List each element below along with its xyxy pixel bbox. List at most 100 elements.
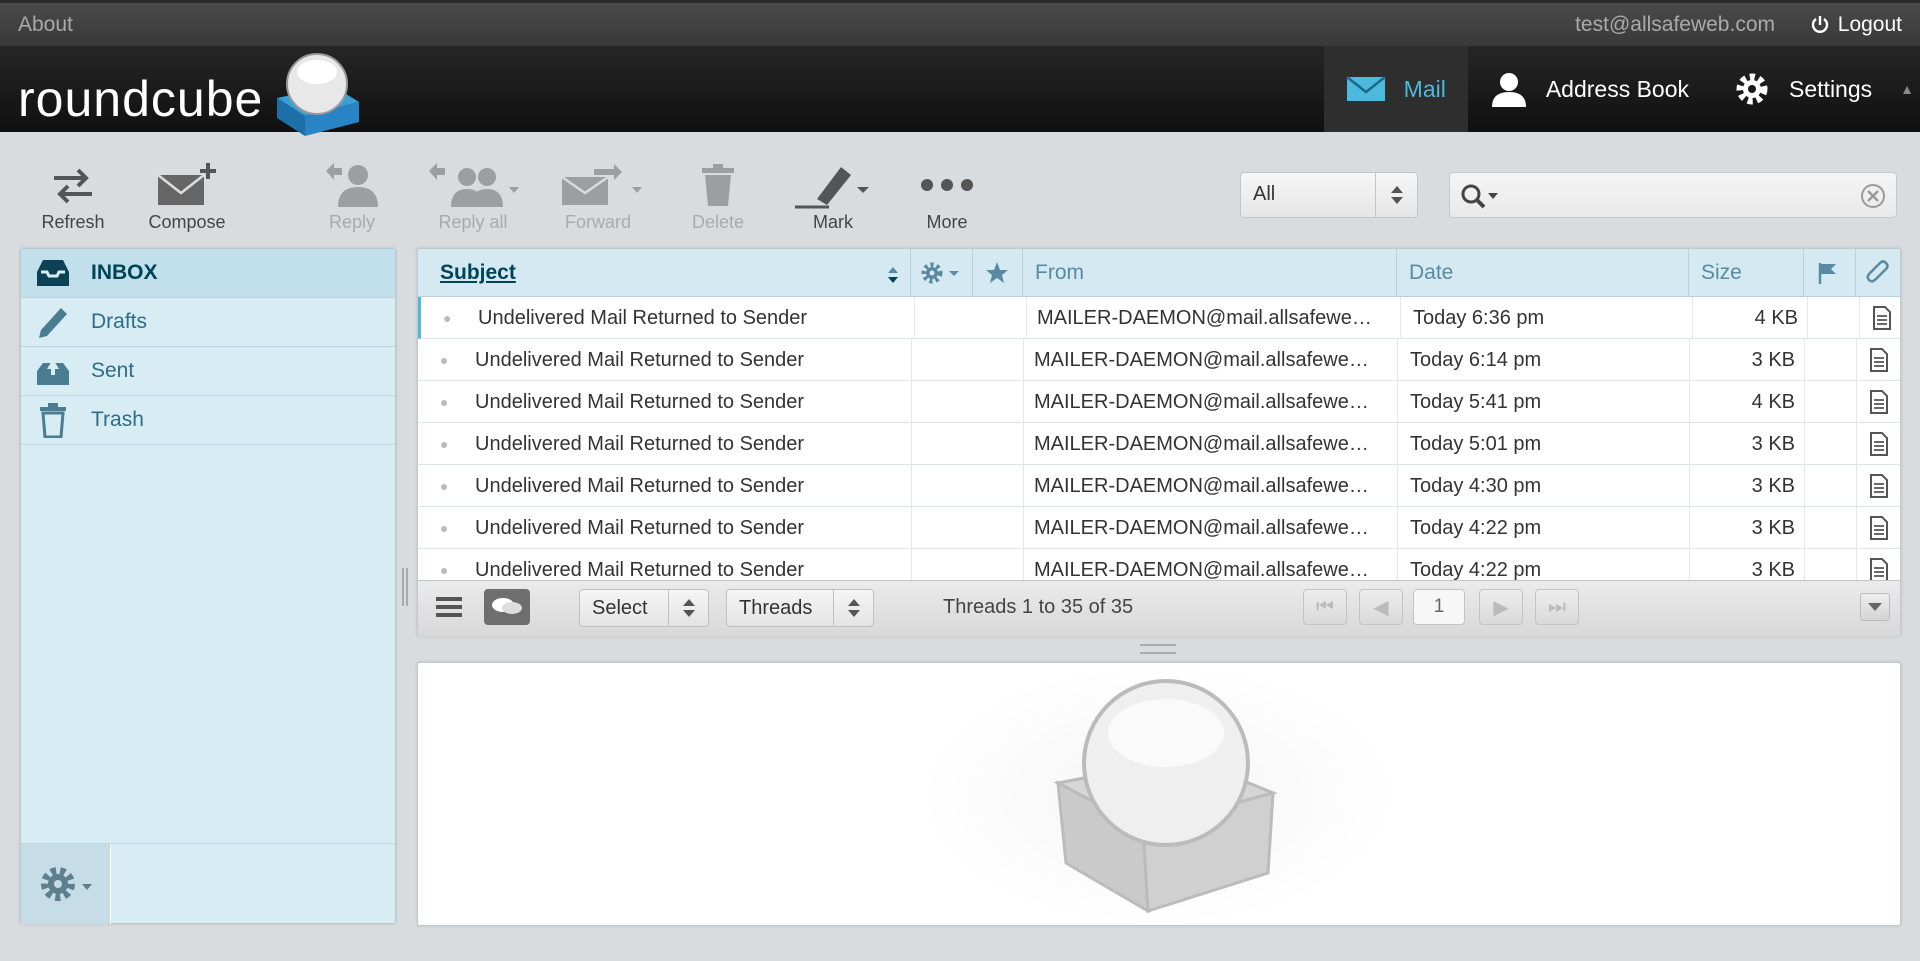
clear-search-icon[interactable] bbox=[1860, 183, 1886, 214]
message-list-header: Subject From Date Size bbox=[418, 249, 1900, 297]
folder-drafts[interactable]: Drafts bbox=[21, 298, 395, 347]
folder-actions-button[interactable] bbox=[21, 844, 111, 924]
column-separator bbox=[1400, 297, 1401, 339]
reply-all-button[interactable]: Reply all bbox=[418, 158, 528, 233]
gear-icon bbox=[1736, 73, 1768, 105]
column-subject-label: Subject bbox=[440, 261, 516, 284]
folder-sent[interactable]: Sent bbox=[21, 347, 395, 396]
mark-button[interactable]: Mark bbox=[778, 158, 888, 233]
minimize-header-button[interactable]: ▲ bbox=[1894, 46, 1920, 132]
column-separator bbox=[1859, 297, 1860, 339]
message-subject[interactable]: Undelivered Mail Returned to Sender bbox=[478, 297, 818, 339]
task-addressbook[interactable]: Address Book bbox=[1468, 46, 1711, 132]
column-subject[interactable]: Subject bbox=[418, 249, 911, 297]
updown-arrows-icon bbox=[668, 590, 708, 626]
reply-button[interactable]: Reply bbox=[297, 158, 407, 233]
previous-page-button[interactable]: ◀ bbox=[1359, 589, 1403, 625]
column-separator bbox=[911, 381, 912, 423]
logout-button[interactable]: Logout bbox=[1810, 13, 1902, 37]
last-page-icon: ⏭ bbox=[1548, 595, 1566, 618]
message-subject[interactable]: Undelivered Mail Returned to Sender bbox=[475, 507, 815, 549]
reply-icon bbox=[326, 163, 378, 207]
column-flag[interactable] bbox=[1804, 249, 1856, 297]
folder-list-footer bbox=[21, 843, 395, 924]
message-row[interactable]: ● Undelivered Mail Returned to Sender MAIL… bbox=[418, 465, 1900, 507]
column-separator bbox=[1804, 339, 1805, 381]
logo-text: roundcube bbox=[18, 71, 264, 127]
last-page-button[interactable]: ⏭ bbox=[1535, 589, 1579, 625]
horizontal-splitter[interactable] bbox=[1140, 644, 1176, 654]
message-row[interactable]: ● Undelivered Mail Returned to Sender MAIL… bbox=[418, 381, 1900, 423]
threads-label: Threads bbox=[739, 597, 813, 619]
column-separator bbox=[1804, 507, 1805, 549]
refresh-label: Refresh bbox=[41, 212, 105, 232]
message-count: Threads 1 to 35 of 35 bbox=[943, 596, 1134, 618]
more-button[interactable]: More bbox=[892, 158, 1002, 233]
column-from[interactable]: From bbox=[1023, 249, 1397, 297]
forward-icon bbox=[561, 164, 642, 205]
column-separator bbox=[1023, 507, 1024, 549]
forward-button[interactable]: Forward bbox=[543, 158, 653, 233]
reply-label: Reply bbox=[328, 212, 376, 232]
list-options-button[interactable] bbox=[911, 249, 973, 297]
select-dropdown[interactable]: Select bbox=[579, 589, 709, 627]
column-separator bbox=[1804, 465, 1805, 507]
threads-view-icon[interactable] bbox=[484, 589, 530, 625]
message-subject[interactable]: Undelivered Mail Returned to Sender bbox=[475, 339, 815, 381]
logout-label: Logout bbox=[1837, 13, 1902, 36]
threads-dropdown[interactable]: Threads bbox=[726, 589, 874, 627]
next-page-button[interactable]: ▶ bbox=[1479, 589, 1523, 625]
column-separator bbox=[1023, 465, 1024, 507]
chevron-up-icon: ▲ bbox=[1900, 81, 1914, 97]
column-separator bbox=[1856, 381, 1857, 423]
message-row[interactable]: ● Undelivered Mail Returned to Sender MAIL… bbox=[418, 507, 1900, 549]
page-number-input[interactable] bbox=[1413, 589, 1465, 625]
compose-button[interactable]: Compose bbox=[132, 158, 242, 233]
column-separator bbox=[911, 465, 912, 507]
message-row[interactable]: ● Undelivered Mail Returned to Sender MAIL… bbox=[418, 339, 1900, 381]
folder-inbox[interactable]: INBOX bbox=[21, 249, 395, 298]
message-subject[interactable]: Undelivered Mail Returned to Sender bbox=[475, 381, 815, 423]
message-size: 4 KB bbox=[1751, 390, 1795, 413]
folder-list: INBOX Drafts Sent Trash bbox=[20, 248, 396, 924]
vertical-splitter[interactable] bbox=[402, 568, 408, 606]
folder-inbox-label: INBOX bbox=[91, 261, 158, 284]
message-from: MAILER-DAEMON@mail.allsafewe… bbox=[1034, 516, 1369, 539]
folder-trash[interactable]: Trash bbox=[21, 396, 395, 445]
mark-label: Mark bbox=[813, 212, 853, 232]
message-subject[interactable]: Undelivered Mail Returned to Sender bbox=[475, 423, 815, 465]
search-options-icon[interactable] bbox=[1460, 183, 1504, 214]
chevron-down-icon bbox=[1868, 603, 1882, 611]
about-link[interactable]: About bbox=[18, 13, 73, 37]
column-size[interactable]: Size bbox=[1689, 249, 1804, 297]
unread-status-icon: ● bbox=[440, 436, 448, 452]
search-input[interactable] bbox=[1508, 181, 1848, 209]
next-page-icon: ▶ bbox=[1493, 596, 1509, 619]
column-separator bbox=[1804, 423, 1805, 465]
column-date[interactable]: Date bbox=[1397, 249, 1689, 297]
refresh-button[interactable]: Refresh bbox=[18, 158, 128, 233]
task-mail[interactable]: Mail bbox=[1323, 46, 1468, 132]
message-filter-select[interactable]: All bbox=[1240, 172, 1418, 218]
document-icon bbox=[1864, 465, 1894, 507]
column-separator bbox=[914, 297, 915, 339]
list-view-icon[interactable] bbox=[434, 594, 464, 626]
select-label: Select bbox=[592, 597, 648, 619]
power-icon bbox=[1811, 16, 1828, 33]
gear-icon bbox=[921, 262, 959, 284]
unread-status-icon: ● bbox=[440, 394, 448, 410]
delete-button[interactable]: Delete bbox=[663, 158, 773, 233]
document-icon bbox=[1864, 339, 1894, 381]
roundcube-logo[interactable]: roundcube bbox=[18, 50, 365, 140]
column-attachment[interactable] bbox=[1856, 249, 1900, 297]
trash-icon bbox=[40, 403, 66, 438]
task-settings[interactable]: Settings bbox=[1711, 46, 1894, 132]
first-page-button[interactable]: ⏮ bbox=[1303, 589, 1347, 625]
message-subject[interactable]: Undelivered Mail Returned to Sender bbox=[475, 465, 815, 507]
toggle-preview-button[interactable] bbox=[1860, 593, 1890, 621]
person-icon bbox=[1491, 73, 1526, 107]
message-row[interactable]: ● Undelivered Mail Returned to Sender MAIL… bbox=[418, 423, 1900, 465]
column-flagged[interactable] bbox=[973, 249, 1023, 297]
column-date-label: Date bbox=[1409, 261, 1454, 284]
message-row[interactable]: ● Undelivered Mail Returned to Sender MAIL… bbox=[418, 297, 1900, 339]
